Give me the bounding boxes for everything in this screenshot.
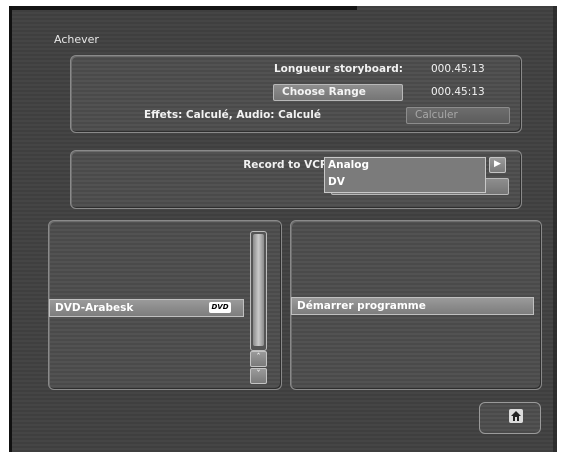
- dropdown-option-dv[interactable]: DV: [328, 176, 345, 188]
- storyboard-length-value: 000.45:13: [431, 63, 485, 75]
- start-program-button[interactable]: Démarrer programme: [291, 297, 534, 315]
- storyboard-panel: Longueur storyboard: 000.45:13 Choose Ra…: [70, 55, 522, 133]
- choose-range-button[interactable]: Choose Range: [273, 84, 403, 101]
- home-icon: [509, 409, 523, 423]
- dropdown-option-analog[interactable]: Analog: [328, 159, 369, 171]
- scrollbar[interactable]: [250, 231, 267, 351]
- left-edge: [9, 6, 12, 452]
- list-item[interactable]: DVD-Arabesk DVD: [49, 299, 244, 317]
- record-to-vcr-label: Record to VCR: [243, 159, 328, 171]
- chevron-down-icon[interactable]: ˇ: [250, 368, 267, 384]
- record-panel: Record to VCR Analog DV ▶: [70, 150, 522, 209]
- home-button[interactable]: [479, 402, 541, 434]
- actions-panel: Démarrer programme: [290, 220, 542, 390]
- chevron-up-icon[interactable]: ˆ: [250, 351, 267, 367]
- scrollbar-thumb[interactable]: [253, 234, 264, 346]
- screen: Achever Longueur storyboard: 000.45:13 C…: [9, 6, 557, 452]
- right-edge: [553, 6, 557, 452]
- dvd-logo-icon: DVD: [209, 302, 231, 313]
- play-arrow-icon[interactable]: ▶: [489, 157, 506, 173]
- top-bar: [9, 6, 357, 10]
- effects-status: Effets: Calculé, Audio: Calculé: [144, 109, 321, 121]
- storyboard-length-label: Longueur storyboard:: [273, 63, 403, 75]
- list-item-label: DVD-Arabesk: [55, 302, 134, 314]
- page-title: Achever: [54, 33, 99, 46]
- calculate-button[interactable]: Calculer: [406, 107, 510, 124]
- range-value: 000.45:13: [431, 86, 485, 98]
- record-format-dropdown[interactable]: Analog DV: [324, 157, 486, 193]
- project-list-panel: DVD-Arabesk DVD ˆ ˇ: [48, 220, 282, 390]
